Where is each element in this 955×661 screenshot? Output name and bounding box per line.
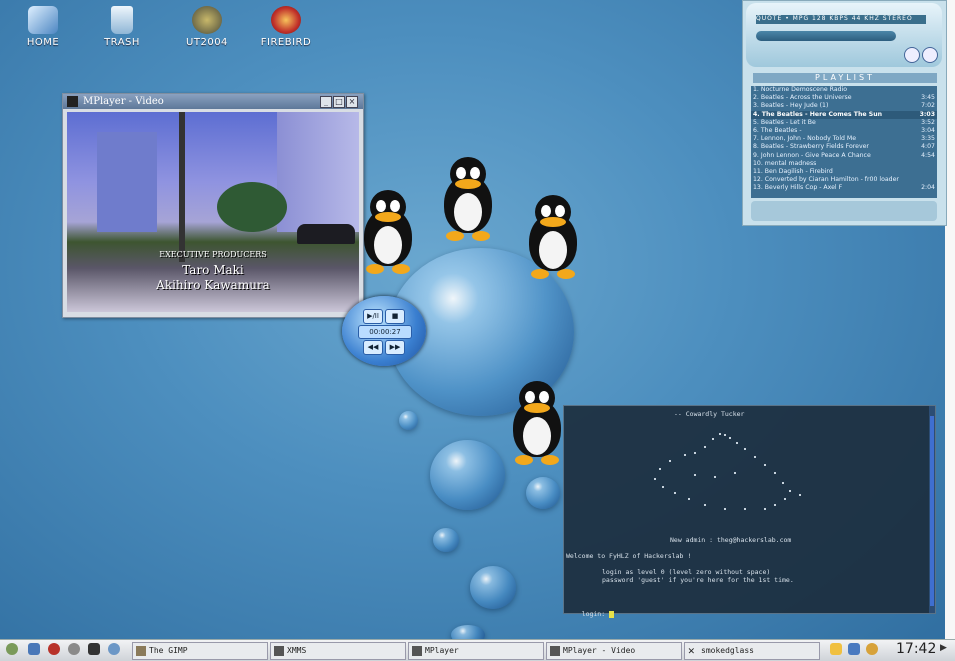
- desktop-icon-label: HOME: [26, 37, 60, 48]
- playlist-item[interactable]: 10. mental madness: [751, 160, 937, 168]
- terminal-header: -- Cowardly Tucker: [674, 410, 745, 418]
- playlist-item[interactable]: 2. Beatles - Across the Universe 3:45: [751, 94, 937, 102]
- search-icon[interactable]: [68, 643, 80, 655]
- taskbar-task-gimp[interactable]: The GIMP: [132, 642, 268, 660]
- playlist-item[interactable]: 13. Beverly Hills Cop - Axel F 2:04: [751, 184, 937, 192]
- firebird-icon: [271, 6, 301, 34]
- taskbar-task-smokedglass[interactable]: ✕ smokedglass: [684, 642, 820, 660]
- terminal-scrollbar[interactable]: [929, 406, 935, 613]
- forward-button[interactable]: ▶▶: [385, 340, 405, 355]
- firebird-icon[interactable]: [48, 643, 60, 655]
- bubble: [526, 477, 560, 509]
- penguin: [360, 190, 416, 276]
- playlist[interactable]: 1. Nocturne Demoscene Radio 2. Beatles -…: [751, 86, 937, 198]
- terminal-admin-line: New admin : theg@hackerslab.com: [670, 536, 792, 544]
- rewind-button[interactable]: ◀◀: [363, 340, 383, 355]
- playlist-title: PLAYLIST: [753, 73, 937, 83]
- gimp-icon: [136, 646, 146, 656]
- terminal-prompt[interactable]: login:: [566, 602, 615, 626]
- bubble: [433, 528, 459, 552]
- taskbar-scroll-right-icon[interactable]: ▶: [940, 643, 947, 653]
- user-icon[interactable]: [866, 643, 878, 655]
- playlist-controls[interactable]: [751, 201, 937, 221]
- taskbar-task-xmms[interactable]: XMMS: [270, 642, 406, 660]
- tree: [217, 182, 287, 232]
- window-titlebar[interactable]: MPlayer - Video _ □ ×: [63, 94, 363, 109]
- terminal-window[interactable]: -- Cowardly Tucker New admin : theg@hack…: [563, 405, 936, 618]
- xmms-icon: [274, 646, 284, 656]
- credits-name: Akihiro Kawamura: [156, 278, 270, 292]
- mplayer-app-icon: [67, 96, 78, 107]
- monitor-icon[interactable]: [848, 643, 860, 655]
- terminal-icon[interactable]: [88, 643, 100, 655]
- window-title: MPlayer - Video: [83, 96, 164, 107]
- car: [297, 224, 355, 244]
- desktop-icon-label: UT2004: [186, 37, 228, 48]
- desktop-icon-firebird[interactable]: FIREBIRD: [251, 6, 321, 48]
- penguin: [509, 381, 565, 467]
- notes-icon[interactable]: [830, 643, 842, 655]
- ascii-art: [624, 428, 804, 528]
- x-terminal-icon: ✕: [688, 644, 695, 657]
- desktop-icon-ut2004[interactable]: UT2004: [172, 6, 242, 48]
- telephone-pole: [179, 112, 185, 262]
- track-info-display: QUOTE • MPG 128 KBPS 44 KHZ STEREO: [756, 15, 926, 24]
- close-button[interactable]: ×: [346, 96, 358, 108]
- trash-icon: [111, 6, 133, 34]
- minimize-button[interactable]: _: [320, 96, 332, 108]
- xmms-main-panel[interactable]: QUOTE • MPG 128 KBPS 44 KHZ STEREO: [746, 3, 942, 67]
- help-icon[interactable]: [108, 643, 120, 655]
- playlist-item[interactable]: 6. The Beatles -3:04: [751, 127, 937, 135]
- play-pause-button[interactable]: ▶/II: [363, 309, 383, 324]
- penguin: [525, 195, 581, 281]
- terminal-login-line: login as level 0 (level zero without spa…: [602, 568, 771, 576]
- mplayer-icon: [550, 646, 560, 656]
- playlist-item[interactable]: 9. John Lennon - Give Peace A Chance 4:54: [751, 152, 937, 160]
- video-frame[interactable]: EXECUTIVE PRODUCERS Taro Maki Akihiro Ka…: [67, 112, 359, 312]
- penguin: [440, 157, 496, 243]
- playback-time: 00:00:27: [358, 325, 412, 339]
- playlist-item[interactable]: 12. Converted by Ciaran Hamilton - fr00 …: [751, 176, 937, 184]
- building: [277, 112, 359, 232]
- stop-button[interactable]: ■: [385, 309, 405, 324]
- taskbar: The GIMP XMMS MPlayer MPlayer - Video ✕ s…: [0, 639, 955, 661]
- terminal-welcome-line: Welcome to FyHLZ of Hackerslab !: [566, 552, 692, 560]
- bubble: [399, 411, 418, 430]
- desktop-icon-home[interactable]: HOME: [8, 6, 78, 48]
- mplayer-icon: [412, 646, 422, 656]
- playlist-item[interactable]: 11. Ben Dagilish - Firebird: [751, 168, 937, 176]
- bubble: [470, 566, 516, 609]
- playlist-item[interactable]: 1. Nocturne Demoscene Radio: [751, 86, 937, 94]
- ut2004-icon: [192, 6, 222, 34]
- playlist-item[interactable]: 3. Beatles - Hey Jude (1) 7:02: [751, 102, 937, 110]
- terminal-cursor: [609, 610, 615, 618]
- taskbar-task-mplayer-video[interactable]: MPlayer - Video: [546, 642, 682, 660]
- mplayer-video-window[interactable]: MPlayer - Video _ □ × EXECUTIVE PRODUCER…: [62, 93, 364, 318]
- menu-icon[interactable]: [6, 643, 18, 655]
- playlist-item-current[interactable]: 4. The Beatles - Here Comes The Sun 3:03: [751, 110, 937, 119]
- playlist-item[interactable]: 8. Beatles - Strawberry Fields Forever 4:…: [751, 143, 937, 151]
- seek-bar[interactable]: [756, 31, 896, 41]
- desktop-icon-label: TRASH: [104, 37, 140, 48]
- desktop-icon-label: FIREBIRD: [260, 37, 312, 48]
- home-icon: [28, 6, 58, 34]
- clock[interactable]: 17:42: [896, 641, 936, 657]
- desktop-icon-trash[interactable]: TRASH: [87, 6, 157, 48]
- credits-name: Taro Maki: [182, 263, 244, 277]
- taskbar-task-mplayer[interactable]: MPlayer: [408, 642, 544, 660]
- browser-icon[interactable]: [28, 643, 40, 655]
- building: [97, 132, 157, 232]
- playlist-item[interactable]: 5. Beatles - Let it Be 3:52: [751, 119, 937, 127]
- terminal-password-line: password 'guest' if you're here for the …: [602, 576, 794, 584]
- playlist-item[interactable]: 7. Lennon, John - Nobody Told Me 3:35: [751, 135, 937, 143]
- credits-heading: EXECUTIVE PRODUCERS: [159, 250, 267, 259]
- mplayer-control-panel[interactable]: ▶/II ■ 00:00:27 ◀◀ ▶▶: [342, 296, 426, 366]
- bubble: [430, 440, 505, 510]
- xmms-window[interactable]: QUOTE • MPG 128 KBPS 44 KHZ STEREO PLAYL…: [742, 0, 947, 226]
- play-button[interactable]: [904, 47, 920, 63]
- maximize-button[interactable]: □: [333, 96, 345, 108]
- stop-button[interactable]: [922, 47, 938, 63]
